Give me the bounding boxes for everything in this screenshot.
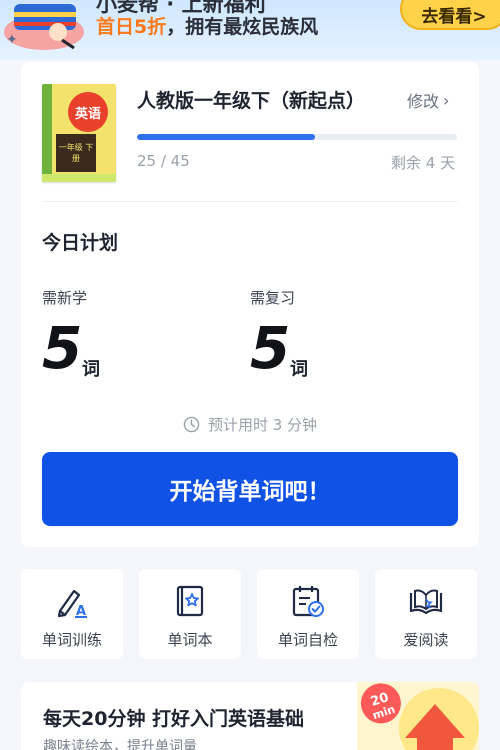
tool-word-training[interactable]: A 单词训练 — [21, 569, 123, 659]
plan-title: 今日计划 — [42, 232, 119, 254]
banner-cta-button[interactable]: 去看看> — [400, 0, 500, 30]
start-memorize-button[interactable]: 开始背单词吧！ — [42, 452, 458, 526]
banner-subline-text: ，拥有最炫民族风 — [166, 16, 319, 38]
tool-label: 爱阅读 — [403, 631, 449, 649]
cover-grade: 一年级 下册 — [56, 134, 96, 172]
clock-icon — [183, 416, 200, 433]
progress-count: 25 / 45 — [137, 152, 190, 170]
tool-label: 单词训练 — [41, 631, 102, 649]
edit-book-link[interactable]: 修改 › — [407, 88, 449, 112]
divider — [42, 201, 458, 202]
book-cover[interactable]: 英语 一年级 下册 — [42, 84, 116, 182]
tool-label: 单词本 — [167, 631, 213, 649]
star-book-icon — [176, 585, 204, 617]
new-words-label: 需新学 — [42, 289, 88, 307]
banner-subline: 首日5折，拥有最炫民族风 — [96, 12, 318, 39]
sparkle-icon: ✦ — [6, 32, 18, 48]
days-left: 剩余 4 天 — [391, 154, 456, 172]
promo-illustration: 20 min — [357, 682, 479, 750]
cover-band — [42, 84, 52, 182]
review-words-unit: 词 — [290, 359, 308, 380]
tool-word-book[interactable]: 单词本 — [139, 569, 241, 659]
review-words-count: 5 — [250, 314, 291, 382]
cover-footer — [42, 174, 116, 182]
promo-card[interactable]: 每天20分钟 打好入门英语基础 趣味读绘本，提升单词量 20 min — [21, 682, 479, 750]
tool-self-check[interactable]: 单词自检 — [257, 569, 359, 659]
pen-a-icon: A — [57, 589, 87, 619]
time-estimate-text: 预计用时 3 分钟 — [207, 416, 318, 434]
tool-reading[interactable]: 爱阅读 — [375, 569, 477, 659]
edit-label: 修改 — [407, 92, 440, 111]
review-words-label: 需复习 — [250, 289, 296, 307]
time-estimate: 预计用时 3 分钟 — [21, 414, 479, 435]
banner-highlight: 首日5折 — [96, 16, 167, 38]
new-words-count: 5 — [42, 314, 83, 382]
calendar-check-icon — [292, 586, 324, 617]
promo-subtitle: 趣味读绘本，提升单词量 — [43, 739, 197, 750]
new-words-unit: 词 — [82, 359, 100, 380]
progress-bar-fill — [137, 134, 315, 140]
top-banner[interactable]: ✦ 小麦帮 · 上新福利 首日5折，拥有最炫民族风 去看看> — [0, 0, 500, 60]
tool-label: 单词自检 — [277, 631, 338, 649]
study-plan-card: 英语 一年级 下册 人教版一年级下（新起点） 修改 › 25 / 45 剩余 4… — [21, 62, 479, 547]
promo-title: 每天20分钟 打好入门英语基础 — [43, 708, 305, 730]
cover-title: 英语 — [68, 92, 108, 132]
chevron-right-icon: › — [443, 90, 450, 110]
progress-bar — [137, 134, 457, 140]
open-book-icon — [409, 589, 443, 615]
book-title: 人教版一年级下（新起点） — [137, 90, 366, 112]
